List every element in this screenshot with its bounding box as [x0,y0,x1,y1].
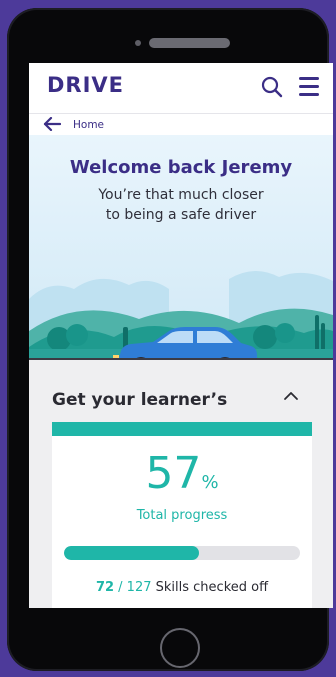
phone-frame: DRIVE Home Welcome back Jeremy You’re th… [7,8,333,671]
welcome-title: Welcome back Jeremy [69,157,293,178]
progress-bar [64,546,300,560]
progress-card: 57% Total progress 72 / 127 Skills check… [52,422,312,608]
skills-label: Skills checked off [155,580,269,595]
progress-percent-value: 57 [145,448,202,499]
camera-dot [135,40,141,46]
hamburger-menu-icon[interactable] [299,77,319,97]
breadcrumb-home-link[interactable]: Home [73,119,104,131]
skills-checked-off: 72 / 127 Skills checked off [52,580,312,595]
home-button[interactable] [160,628,200,668]
app-screen: DRIVE Home Welcome back Jeremy You’re th… [29,63,333,608]
search-icon[interactable] [261,76,283,98]
speaker-grille [149,38,230,48]
progress-bar-fill [64,546,199,560]
skills-done-count: 72 [95,580,115,595]
progress-percentage: 57% [52,450,312,498]
app-header: DRIVE [29,63,333,113]
skills-total: / 127 [118,580,152,595]
section-title: Get your learner’s [52,390,228,410]
learners-progress-section: Get your learner’s 57% Total progress 72… [29,358,333,608]
chevron-up-icon[interactable] [283,390,299,402]
percent-symbol: % [201,472,219,493]
welcome-subtitle-line-1: You’re that much closer [98,187,264,203]
back-arrow-icon[interactable] [43,117,61,131]
card-accent-bar [52,422,312,436]
breadcrumb: Home [29,113,333,135]
progress-label: Total progress [136,508,228,523]
app-logo[interactable]: DRIVE [47,73,124,97]
